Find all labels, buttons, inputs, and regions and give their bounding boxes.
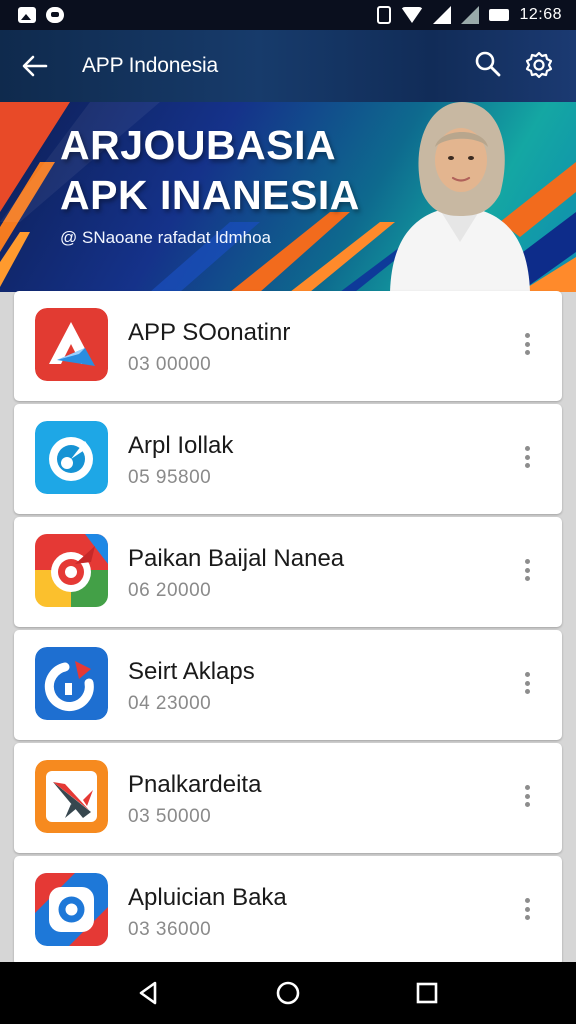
app-name: Seirt Aklaps — [128, 658, 255, 685]
search-icon[interactable] — [474, 50, 502, 78]
app-meta: 05 95800 — [128, 467, 212, 488]
banner-title-line1: ARJOUBASIA — [60, 122, 337, 168]
banner-subtitle: @ SNaoane rafadat ldmhoa — [60, 228, 271, 247]
camera-app-icon — [35, 873, 108, 946]
app-meta: 03 36000 — [128, 919, 212, 940]
colorful-target-app-icon — [35, 534, 108, 607]
app-meta: 03 00000 — [128, 354, 212, 375]
blue-circle-app-icon — [35, 421, 108, 494]
more-options-icon[interactable] — [517, 783, 537, 809]
app-list: APP SOonatinr 03 00000 Arpl Iollak 05 95… — [14, 291, 562, 969]
more-options-icon[interactable] — [517, 444, 537, 470]
red-arrow-app-icon — [35, 308, 108, 381]
signal-icon — [433, 6, 452, 24]
gallery-notification-icon — [18, 7, 36, 23]
app-meta: 06 20000 — [128, 580, 212, 601]
battery-icon — [489, 9, 510, 21]
nav-recents-icon[interactable] — [411, 977, 443, 1009]
nav-back-icon[interactable] — [133, 977, 165, 1009]
rocket-app-icon — [35, 760, 108, 833]
banner-person-image — [390, 102, 530, 292]
app-bar-title: APP Indonesia — [82, 54, 218, 77]
app-list-item[interactable]: Seirt Aklaps 04 23000 — [14, 630, 562, 740]
app-list-item[interactable]: Arpl Iollak 05 95800 — [14, 404, 562, 514]
app-name: Arpl Iollak — [128, 432, 234, 459]
app-name: Apluician Baka — [128, 884, 287, 911]
app-list-item[interactable]: Pnalkardeita 03 50000 — [14, 743, 562, 853]
more-options-icon[interactable] — [517, 896, 537, 922]
app-meta: 03 50000 — [128, 806, 212, 827]
promo-banner[interactable]: ARJOUBASIA APK INANESIA @ SNaoane rafada… — [0, 102, 576, 292]
app-name: Pnalkardeita — [128, 771, 262, 798]
status-time: 12:68 — [519, 6, 562, 23]
more-options-icon[interactable] — [517, 331, 537, 357]
more-options-icon[interactable] — [517, 670, 537, 696]
settings-gear-icon[interactable] — [524, 50, 554, 80]
wifi-icon — [401, 7, 424, 23]
app-list-item[interactable]: Apluician Baka 03 36000 — [14, 856, 562, 966]
system-nav-bar — [0, 962, 576, 1024]
back-arrow-icon[interactable] — [20, 52, 50, 80]
more-options-icon[interactable] — [517, 557, 537, 583]
app-bar: APP Indonesia — [0, 30, 576, 102]
app-name: Paikan Baijal Nanea — [128, 545, 345, 572]
nav-home-icon[interactable] — [272, 977, 304, 1009]
app-list-item[interactable]: APP SOonatinr 03 00000 — [14, 291, 562, 401]
message-notification-icon — [46, 7, 64, 23]
banner-title-line2: APK INANESIA — [60, 172, 360, 218]
app-name: APP SOonatinr — [128, 319, 291, 346]
vibrate-icon — [377, 6, 392, 24]
status-bar: 12:68 — [0, 0, 576, 30]
refresh-app-icon — [35, 647, 108, 720]
app-list-item[interactable]: Paikan Baijal Nanea 06 20000 — [14, 517, 562, 627]
app-meta: 04 23000 — [128, 693, 212, 714]
signal-secondary-icon — [461, 6, 480, 24]
